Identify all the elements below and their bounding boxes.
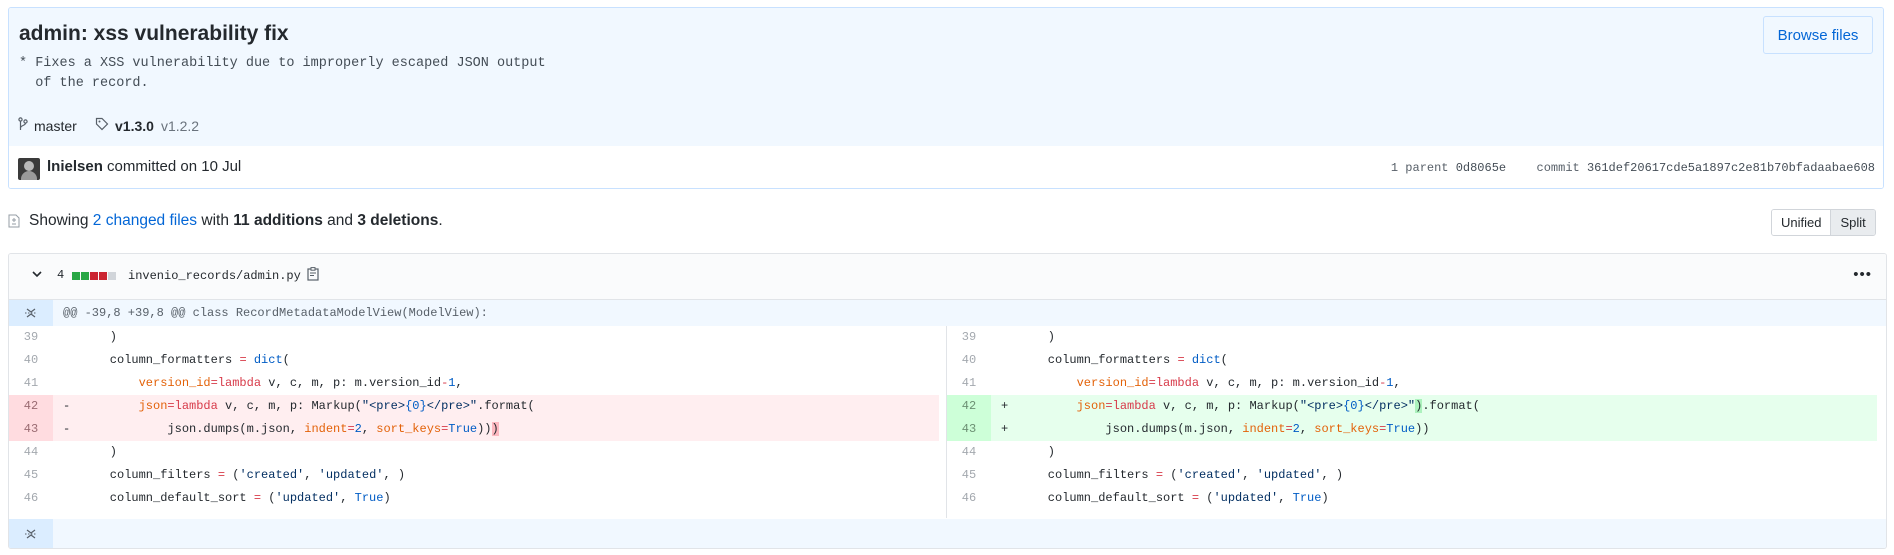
diff-row: 46 column_default_sort = ('updated', Tru… — [9, 487, 939, 510]
diff-row: 39 ) — [9, 326, 939, 349]
file-change-count: 4 — [57, 268, 65, 282]
line-number[interactable]: 42 — [947, 395, 991, 418]
diff-row: 44 ) — [9, 441, 939, 464]
toc-with: with — [201, 212, 229, 229]
chevron-down-icon[interactable] — [31, 267, 43, 283]
diff-row-added: 43 + json.dumps(m.json, indent=2, sort_ke… — [947, 418, 1877, 441]
hunk-footer — [9, 519, 1886, 548]
commit-description: * Fixes a XSS vulnerability due to impro… — [19, 56, 546, 91]
tag-icon — [95, 117, 109, 134]
diff-row: 41 version_id=lambda v, c, m, p: m.versi… — [9, 372, 939, 395]
diffstat-block — [90, 272, 98, 280]
split-diff: 39 ) 40 column_formatters = dict( 41 ver… — [9, 326, 1886, 518]
commit-header: admin: xss vulnerability fix * Fixes a X… — [9, 8, 1883, 107]
additions-count: 11 additions — [233, 212, 323, 229]
line-number[interactable]: 43 — [9, 418, 53, 441]
line-number[interactable]: 40 — [9, 349, 53, 372]
browse-files-button[interactable]: Browse files — [1763, 16, 1873, 54]
expand-up-icon[interactable] — [9, 300, 53, 326]
more-options-icon[interactable]: ••• — [1853, 266, 1872, 283]
changed-files-link[interactable]: 2 changed files — [93, 212, 197, 230]
expand-down-icon[interactable] — [9, 519, 53, 548]
toc-prefix: Showing — [29, 212, 89, 229]
diff-row: 44 ) — [947, 441, 1877, 464]
commit-meta: lnielsen committed on 10 Jul 1 parent 0d… — [9, 146, 1883, 188]
diff-row-added: 42 + json=lambda v, c, m, p: Markup("<pre… — [947, 395, 1877, 418]
commit-title: admin: xss vulnerability fix — [19, 22, 289, 45]
diff-row: 39 ) — [947, 326, 1877, 349]
line-number[interactable]: 40 — [947, 349, 991, 372]
commit-sha: 361def20617cde5a1897c2e81b70bfadaabae608 — [1586, 161, 1875, 175]
file-path[interactable]: invenio_records/admin.py — [128, 269, 301, 283]
parent-sha-link[interactable]: 0d8065e — [1456, 161, 1506, 175]
unified-view-button[interactable]: Unified — [1772, 210, 1831, 235]
committed-text: committed on 10 Jul — [107, 158, 242, 175]
diff-row: 46 column_default_sort = ('updated', Tru… — [947, 487, 1877, 510]
file-header: 4 invenio_records/admin.py ••• — [9, 254, 1886, 300]
avatar[interactable] — [18, 158, 40, 180]
diff-row: 41 version_id=lambda v, c, m, p: m.versi… — [947, 372, 1877, 395]
diff-row: 40 column_formatters = dict( — [947, 349, 1877, 372]
line-number[interactable]: 39 — [947, 326, 991, 349]
deletions-count: 3 deletions — [357, 212, 439, 229]
toc-and: and — [327, 212, 354, 229]
tag-secondary[interactable]: v1.2.2 — [161, 118, 199, 134]
line-number[interactable]: 41 — [947, 372, 991, 395]
toc-suffix: . — [438, 212, 443, 229]
diffstat-block — [81, 272, 89, 280]
line-number[interactable]: 45 — [947, 464, 991, 487]
line-number[interactable]: 42 — [9, 395, 53, 418]
diff-left-side: 39 ) 40 column_formatters = dict( 41 ver… — [9, 326, 939, 518]
line-number[interactable]: 44 — [947, 441, 991, 464]
diff-row: 40 column_formatters = dict( — [9, 349, 939, 372]
diffstat-block — [108, 272, 116, 280]
diffstat-block — [99, 272, 107, 280]
diffstat-bar — [72, 272, 117, 280]
clipboard-icon[interactable] — [307, 267, 319, 281]
commit-box: admin: xss vulnerability fix * Fixes a X… — [8, 7, 1884, 189]
parent-label: 1 parent — [1390, 161, 1449, 175]
hunk-header: @@ -39,8 +39,8 @@ class RecordMetadataMo… — [9, 300, 1886, 326]
branch-link[interactable]: master — [18, 117, 77, 134]
author-link[interactable]: lnielsen — [47, 158, 103, 175]
diff-right-side: 39 ) 40 column_formatters = dict( 41 ver… — [946, 326, 1877, 518]
diff-row-deleted: 42- json=lambda v, c, m, p: Markup("<pre… — [9, 395, 939, 418]
line-number[interactable]: 45 — [9, 464, 53, 487]
diff-row: 45 column_filters = ('created', 'updated… — [9, 464, 939, 487]
line-number[interactable]: 39 — [9, 326, 53, 349]
line-number[interactable]: 46 — [9, 487, 53, 510]
diffstat-block — [72, 272, 80, 280]
sha-info: 1 parent 0d8065e commit 361def20617cde5a… — [1391, 161, 1875, 175]
split-view-button[interactable]: Split — [1830, 210, 1875, 235]
line-number[interactable]: 46 — [947, 487, 991, 510]
author-line: lnielsen committed on 10 Jul — [47, 158, 241, 175]
line-number[interactable]: 41 — [9, 372, 53, 395]
diff-row-deleted: 43- json.dumps(m.json, indent=2, sort_ke… — [9, 418, 939, 441]
diff-summary-icon — [8, 214, 20, 228]
toc-summary: Showing 2 changed files with 11 addition… — [8, 212, 443, 230]
file-diff: 4 invenio_records/admin.py ••• @@ -39,8 … — [8, 253, 1887, 549]
tag-primary[interactable]: v1.3.0 — [115, 118, 154, 134]
branch-icon — [18, 117, 28, 134]
line-number[interactable]: 43 — [947, 418, 991, 441]
commit-label: commit — [1536, 161, 1580, 175]
diff-view-toggle: Unified Split — [1771, 209, 1876, 236]
line-number[interactable]: 44 — [9, 441, 53, 464]
hunk-header-text: @@ -39,8 +39,8 @@ class RecordMetadataMo… — [63, 306, 488, 320]
branch-name: master — [34, 117, 77, 134]
commit-branches: master v1.3.0 v1.2.2 — [9, 106, 1883, 147]
diff-row: 45 column_filters = ('created', 'updated… — [947, 464, 1877, 487]
tag-list: v1.3.0 v1.2.2 — [95, 117, 199, 134]
